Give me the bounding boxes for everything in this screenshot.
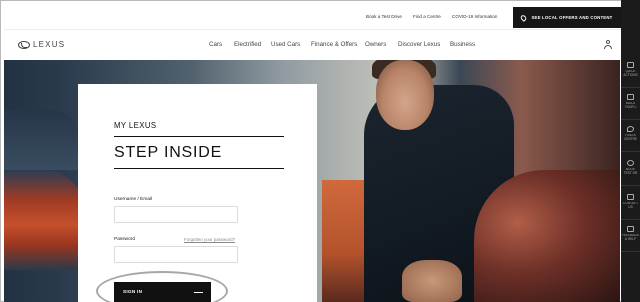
rail-feedback[interactable]: FEEDBACK & HELP (621, 222, 640, 252)
username-label: Username / Email (114, 197, 153, 202)
nav-used-cars[interactable]: Used Cars (271, 41, 300, 48)
divider (114, 168, 284, 170)
login-panel: MY LEXUS STEP INSIDE Username / Email Pa… (78, 84, 317, 302)
find-a-centre-link[interactable]: Find a Centre (413, 14, 441, 19)
rail-label: FEEDBACK & HELP (622, 234, 639, 241)
password-label: Password (114, 237, 136, 242)
page-title: STEP INSIDE (114, 144, 223, 161)
see-local-offers-button[interactable]: SEE LOCAL OFFERS AND CONTENT (513, 7, 621, 28)
forgot-password-link[interactable]: Forgotten your password? (184, 237, 235, 242)
book-test-drive-link[interactable]: Book a Test Drive (366, 14, 402, 19)
lexus-logo[interactable]: LEXUS (18, 40, 65, 49)
hero-car-right (474, 170, 620, 302)
hero-car-left (4, 110, 80, 170)
hero-car-left-body (4, 170, 84, 270)
hero-person-face (376, 60, 434, 130)
hero-person-hand (402, 260, 462, 302)
rail-label: CONTACT US (622, 202, 639, 209)
mail-icon (627, 194, 634, 200)
nav-electrified[interactable]: Electrified (234, 41, 261, 48)
rail-contact[interactable]: CONTACT US (621, 190, 640, 220)
nav-business[interactable]: Business (450, 41, 475, 48)
rail-label: QUICK ACTIONS (623, 70, 638, 77)
nav-discover-lexus[interactable]: Discover Lexus (398, 41, 440, 48)
lexus-emblem-icon (18, 40, 30, 49)
main-nav: LEXUS Cars Electrified Used Cars Finance… (4, 29, 621, 59)
rail-find-centre[interactable]: FIND A CENTRE (621, 122, 640, 152)
rail-quick-actions[interactable]: QUICK ACTIONS (621, 58, 640, 88)
rail-label: BOOK TEST DR (623, 168, 638, 175)
nav-finance-offers[interactable]: Finance & Offers (311, 41, 357, 48)
rail-build[interactable]: BUILD YOUR L (621, 90, 640, 120)
divider (114, 136, 284, 138)
location-pin-icon (520, 13, 528, 22)
utility-bar: Book a Test Drive Find a Centre COVID-19… (4, 7, 621, 28)
rail-book-test-drive[interactable]: BOOK TEST DR (621, 156, 640, 186)
rail-label: FIND A CENTRE (623, 134, 638, 141)
logo-wordmark: LEXUS (33, 40, 66, 49)
user-account-icon[interactable] (604, 40, 612, 49)
panel-kicker: MY LEXUS (114, 121, 157, 130)
menu-icon (627, 62, 634, 68)
rail-label: BUILD YOUR L (624, 102, 637, 109)
see-local-offers-label: SEE LOCAL OFFERS AND CONTENT (531, 15, 613, 20)
feedback-icon (627, 226, 634, 232)
nav-owners[interactable]: Owners (365, 41, 386, 48)
hero-car-door (322, 180, 367, 302)
location-pin-icon (627, 126, 634, 132)
quick-actions-rail: QUICK ACTIONS BUILD YOUR L FIND A CENTRE… (621, 0, 640, 302)
password-field[interactable] (114, 246, 238, 263)
nav-cars[interactable]: Cars (209, 41, 222, 48)
username-field[interactable] (114, 206, 238, 223)
steering-wheel-icon (627, 160, 634, 166)
car-icon (627, 94, 634, 100)
covid-info-link[interactable]: COVID-19 Information (452, 14, 497, 19)
